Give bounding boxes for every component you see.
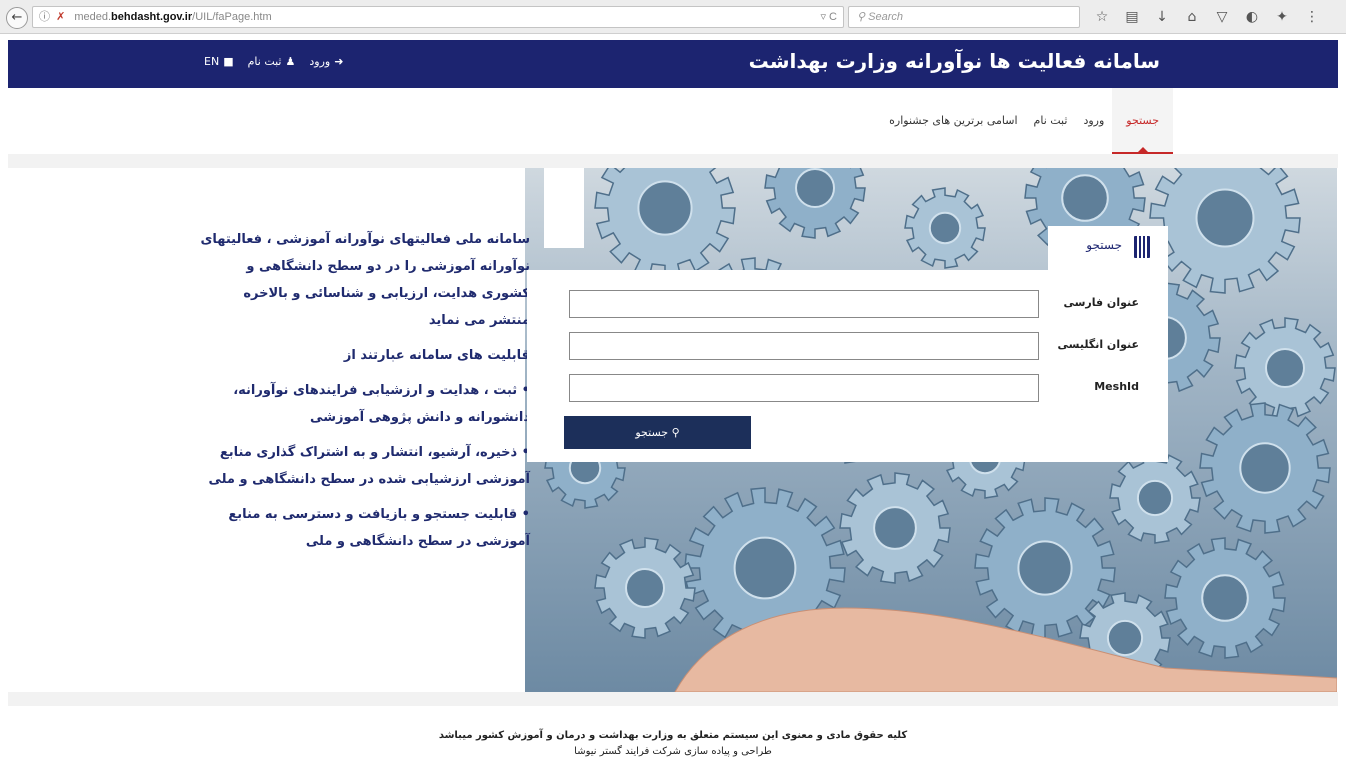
meshid-input[interactable] bbox=[569, 374, 1039, 402]
url-path: /UIL/faPage.htm bbox=[192, 11, 272, 23]
search-panel-title: جستجو bbox=[1086, 238, 1122, 252]
reading-list-icon[interactable]: ▤ bbox=[1124, 6, 1140, 28]
gear-hub bbox=[1136, 479, 1174, 517]
persian-title-row: عنوان فارسی bbox=[569, 290, 1149, 318]
insecure-lock-icon: ✗ bbox=[56, 11, 66, 23]
english-title-input[interactable] bbox=[569, 332, 1039, 360]
header-lang-link[interactable]: ■ EN bbox=[204, 55, 234, 68]
bookmark-star-icon[interactable]: ☆ bbox=[1094, 6, 1110, 28]
back-button[interactable]: ← bbox=[6, 7, 28, 29]
site-title: سامانه فعالیت ها نوآورانه وزارت بهداشت bbox=[748, 49, 1160, 73]
home-icon[interactable]: ⌂ bbox=[1184, 6, 1200, 28]
nav-item-top-names[interactable]: اسامی برترین های جشنواره bbox=[881, 88, 1025, 154]
nav-item-search[interactable]: جستجو bbox=[1112, 88, 1173, 154]
persian-title-input[interactable] bbox=[569, 290, 1039, 318]
download-icon[interactable]: ↓ bbox=[1154, 6, 1170, 28]
browser-icon-group: ☆ ▤ ↓ ⌂ ▽ ◐ ✦ ⋮ bbox=[1094, 6, 1320, 28]
site-header: سامانه فعالیت ها نوآورانه وزارت بهداشت ➜… bbox=[8, 40, 1338, 88]
search-form: عنوان فارسی عنوان انگلیسی MeshId ⚲ جستجو bbox=[527, 270, 1168, 462]
header-lang-label: EN bbox=[204, 55, 220, 68]
separator-band bbox=[8, 154, 1338, 168]
nav-items: جستجو ورود ثبت نام اسامی برترین های جشنو… bbox=[881, 88, 1173, 154]
search-button-label: جستجو bbox=[635, 426, 669, 439]
gear-hub bbox=[873, 506, 917, 550]
gear-hub bbox=[733, 536, 797, 600]
description-item: • قابلیت جستجو و بازیافت و دسترسی به منا… bbox=[228, 507, 530, 549]
header-links: ➜ ورود ♟ ثبت نام ■ EN bbox=[204, 55, 343, 68]
search-icon: ⚲ bbox=[671, 426, 680, 439]
footer: کلیه حقوق مادی و معنوی این سیستم متعلق ب… bbox=[0, 728, 1346, 760]
gear-hub bbox=[1265, 348, 1305, 388]
url-domain: behdasht.gov.ir bbox=[111, 11, 193, 23]
gear-hub bbox=[1017, 540, 1073, 596]
gear-hub bbox=[1106, 619, 1144, 657]
browser-search-input[interactable]: ⚲ Search bbox=[848, 6, 1080, 28]
nav-item-login[interactable]: ورود bbox=[1075, 88, 1112, 154]
description-capabilities-heading: قابلیت های سامانه عبارتند از bbox=[343, 348, 530, 363]
gear-hub bbox=[1061, 174, 1109, 222]
persian-title-label: عنوان فارسی bbox=[1063, 296, 1139, 309]
add-user-icon: ♟ bbox=[285, 55, 296, 68]
developer-credit: طراحی و پیاده سازی شرکت فرایند گستر نیوش… bbox=[574, 746, 772, 757]
search-panel-tab: جستجو bbox=[1048, 226, 1168, 270]
reload-controls[interactable]: ▿ C bbox=[820, 7, 837, 27]
gear-hub bbox=[795, 168, 835, 208]
language-icon: ■ bbox=[223, 55, 234, 68]
description-intro: سامانه ملی فعالیتهای نوآورانه آموزشی ، ف… bbox=[200, 232, 530, 328]
gear-hub bbox=[1239, 442, 1291, 494]
search-icon: ⚲ bbox=[857, 11, 866, 23]
gear-hub bbox=[1201, 574, 1249, 622]
header-login-link[interactable]: ➜ ورود bbox=[309, 55, 343, 68]
english-title-row: عنوان انگلیسی bbox=[569, 332, 1149, 360]
address-bar[interactable]: ⓘ ✗ meded.behdasht.gov.ir/UIL/faPage.htm… bbox=[32, 6, 844, 28]
meshid-row: MeshId bbox=[569, 374, 1149, 402]
search-button[interactable]: ⚲ جستجو bbox=[564, 416, 751, 449]
gear-hub bbox=[1195, 188, 1255, 248]
header-register-label: ثبت نام bbox=[247, 55, 282, 68]
menu-icon[interactable]: ⋮ bbox=[1304, 6, 1320, 28]
copyright-text: کلیه حقوق مادی و معنوی این سیستم متعلق ب… bbox=[438, 730, 908, 741]
extension-icon[interactable]: ◐ bbox=[1244, 6, 1260, 28]
header-register-link[interactable]: ♟ ثبت نام bbox=[248, 55, 296, 68]
info-icon[interactable]: ⓘ bbox=[39, 11, 50, 23]
building-icon bbox=[1134, 236, 1150, 258]
main-nav: جستجو ورود ثبت نام اسامی برترین های جشنو… bbox=[8, 88, 1338, 154]
description-item: • ذخیره، آرشیو، انتشار و به اشتراک گذاری… bbox=[208, 445, 530, 487]
nav-item-register[interactable]: ثبت نام bbox=[1026, 88, 1076, 154]
pocket-icon[interactable]: ▽ bbox=[1214, 6, 1230, 28]
url-prefix: meded. bbox=[74, 11, 112, 23]
header-login-label: ورود bbox=[309, 55, 331, 68]
browser-toolbar: ← ⓘ ✗ meded.behdasht.gov.ir/UIL/faPage.h… bbox=[0, 0, 1346, 34]
english-title-label: عنوان انگلیسی bbox=[1057, 338, 1140, 351]
gear-hub bbox=[625, 568, 665, 608]
addon-icon[interactable]: ✦ bbox=[1274, 6, 1290, 28]
system-description: سامانه ملی فعالیتهای نوآورانه آموزشی ، ف… bbox=[200, 226, 530, 563]
login-icon: ➜ bbox=[334, 55, 344, 68]
meshid-label: MeshId bbox=[1094, 380, 1139, 393]
search-placeholder: Search bbox=[868, 11, 903, 23]
description-item: • ثبت ، هدایت و ارزشیابی فرایندهای نوآور… bbox=[233, 383, 530, 425]
search-panel: جستجو عنوان فارسی عنوان انگلیسی MeshId ⚲… bbox=[527, 226, 1168, 462]
footer-band bbox=[8, 692, 1338, 706]
